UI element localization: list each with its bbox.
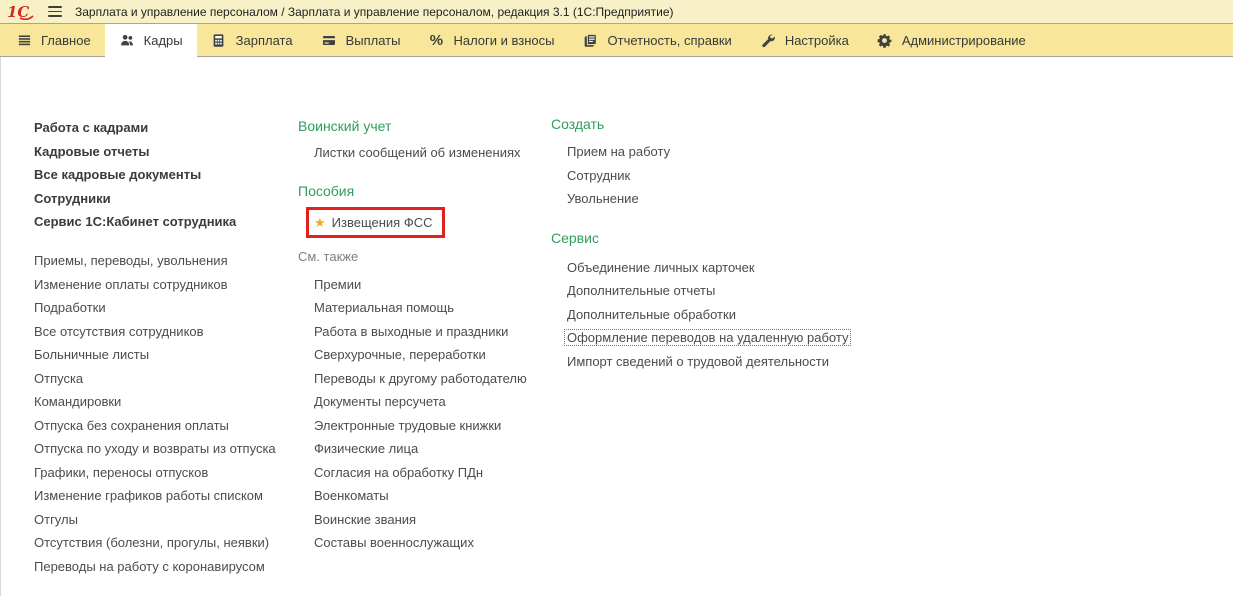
tab-otchetnost[interactable]: Отчетность, справки bbox=[569, 24, 746, 56]
middle-menu-item[interactable]: Военкоматы bbox=[314, 484, 548, 508]
tab-label: Отчетность, справки bbox=[607, 32, 732, 48]
tab-glavnoe[interactable]: Главное bbox=[2, 24, 105, 56]
service-menu-item[interactable]: Объединение личных карточек bbox=[567, 256, 891, 280]
left-plain-group: Приемы, переводы, увольнения Изменение оп… bbox=[34, 249, 294, 578]
left-menu-item[interactable]: Приемы, переводы, увольнения bbox=[34, 249, 294, 273]
middle-menu-column: Воинский учет Листки сообщений об измене… bbox=[298, 116, 548, 555]
tab-administrirovanie[interactable]: Администрирование bbox=[863, 24, 1040, 56]
left-menu-item[interactable]: Отсутствия (болезни, прогулы, неявки) bbox=[34, 531, 294, 555]
menu-list-icon bbox=[16, 32, 32, 48]
middle-menu-item[interactable]: Документы персучета bbox=[314, 390, 548, 414]
kadry-section-menu: Работа с кадрами Кадровые отчеты Все кадро… bbox=[0, 57, 1233, 596]
tab-zarplata[interactable]: Зарплата bbox=[197, 24, 307, 56]
left-menu-item[interactable]: Больничные листы bbox=[34, 343, 294, 367]
service-section-header: Сервис bbox=[551, 229, 599, 246]
tab-label: Выплаты bbox=[345, 32, 401, 48]
red-highlight-box: ★ Извещения ФСС bbox=[306, 206, 446, 238]
left-menu-item[interactable]: Отпуска bbox=[34, 367, 294, 391]
left-menu-item[interactable]: Все кадровые документы bbox=[34, 163, 294, 187]
left-menu-item[interactable]: Сотрудники bbox=[34, 187, 294, 211]
left-menu-item[interactable]: Командировки bbox=[34, 390, 294, 414]
tab-nastroyka[interactable]: Настройка bbox=[746, 24, 863, 56]
app-window: 1С Зарплата и управление персоналом / За… bbox=[0, 0, 1233, 596]
middle-menu-item[interactable]: Воинские звания bbox=[314, 508, 548, 532]
middle-menu-item[interactable]: Переводы к другому работодателю bbox=[314, 367, 548, 391]
calculator-icon bbox=[211, 32, 227, 48]
left-menu-item[interactable]: Отгулы bbox=[34, 508, 294, 532]
middle-menu-item[interactable]: Согласия на обработку ПДн bbox=[314, 461, 548, 485]
see-also-group: Премии Материальная помощь Работа в выходн… bbox=[298, 273, 548, 555]
middle-menu-item[interactable]: Материальная помощь bbox=[314, 296, 548, 320]
tab-label: Администрирование bbox=[901, 32, 1026, 48]
report-icon bbox=[583, 32, 599, 48]
left-menu-item[interactable]: Отпуска без сохранения оплаты bbox=[34, 414, 294, 438]
left-menu-item[interactable]: Отпуска по уходу и возвраты из отпуска bbox=[34, 437, 294, 461]
left-bold-group: Работа с кадрами Кадровые отчеты Все кадро… bbox=[34, 116, 294, 234]
title-bar: 1С Зарплата и управление персоналом / За… bbox=[0, 0, 1233, 24]
svg-text:1С: 1С bbox=[7, 3, 29, 20]
create-section-header: Создать bbox=[551, 116, 605, 132]
middle-menu-item[interactable]: Составы военнослужащих bbox=[314, 531, 548, 555]
tab-vyplaty[interactable]: Выплаты bbox=[307, 24, 415, 56]
left-menu-item[interactable]: Подработки bbox=[34, 296, 294, 320]
left-menu-item[interactable]: Графики, переносы отпусков bbox=[34, 461, 294, 485]
card-icon bbox=[321, 32, 337, 48]
tab-label: Кадры bbox=[143, 32, 183, 48]
menu-item-listki-soobshcheniy[interactable]: Листки сообщений об изменениях bbox=[298, 141, 548, 165]
right-menu-column: Создать Прием на работу Сотрудник Увольнен… bbox=[551, 114, 891, 373]
tab-label: Налоги и взносы bbox=[453, 32, 555, 48]
military-section-header: Воинский учет bbox=[298, 118, 392, 134]
tab-label: Настройка bbox=[784, 32, 849, 48]
service-group: Объединение личных карточек Дополнительн… bbox=[551, 256, 891, 374]
create-menu-item[interactable]: Сотрудник bbox=[567, 164, 891, 188]
wrench-icon bbox=[760, 32, 776, 48]
favorite-star-icon[interactable]: ★ bbox=[314, 216, 326, 229]
gear-icon bbox=[877, 32, 893, 48]
left-menu-column: Работа с кадрами Кадровые отчеты Все кадро… bbox=[34, 116, 294, 578]
middle-menu-item[interactable]: Электронные трудовые книжки bbox=[314, 414, 548, 438]
left-menu-item[interactable]: Кадровые отчеты bbox=[34, 140, 294, 164]
left-menu-item[interactable]: Переводы на работу с коронавирусом bbox=[34, 555, 294, 579]
1c-logo-icon: 1С bbox=[7, 3, 35, 20]
tab-kadry[interactable]: Кадры bbox=[104, 24, 197, 57]
middle-menu-item[interactable]: Физические лица bbox=[314, 437, 548, 461]
see-also-header: См. также bbox=[298, 248, 359, 264]
middle-menu-item[interactable]: Премии bbox=[314, 273, 548, 297]
left-menu-item[interactable]: Работа с кадрами bbox=[34, 116, 294, 140]
tab-nalogi[interactable]: % Налоги и взносы bbox=[414, 24, 568, 56]
tab-label: Главное bbox=[41, 32, 91, 48]
create-menu-item[interactable]: Увольнение bbox=[567, 187, 891, 211]
left-menu-item[interactable]: Все отсутствия сотрудников bbox=[34, 320, 294, 344]
service-menu-item[interactable]: Импорт сведений о трудовой деятельности bbox=[567, 350, 891, 374]
tab-label: Зарплата bbox=[235, 32, 293, 48]
service-menu-item-focused[interactable]: Оформление переводов на удаленную работу bbox=[564, 326, 891, 350]
service-menu-item[interactable]: Дополнительные обработки bbox=[567, 303, 891, 327]
create-menu-item[interactable]: Прием на работу bbox=[567, 140, 891, 164]
left-menu-item[interactable]: Сервис 1С:Кабинет сотрудника bbox=[34, 210, 294, 234]
window-title: Зарплата и управление персоналом / Зарпл… bbox=[75, 4, 674, 19]
middle-menu-item[interactable]: Сверхурочные, переработки bbox=[314, 343, 548, 367]
middle-menu-item[interactable]: Работа в выходные и праздники bbox=[314, 320, 548, 344]
service-menu-item[interactable]: Дополнительные отчеты bbox=[567, 279, 891, 303]
menu-item-izveshcheniya-fss[interactable]: Извещения ФСС bbox=[332, 215, 433, 230]
left-menu-item[interactable]: Изменение графиков работы списком bbox=[34, 484, 294, 508]
main-menu-icon[interactable] bbox=[48, 6, 62, 17]
highlighted-row: ★ Извещения ФСС bbox=[298, 206, 548, 238]
create-group: Прием на работу Сотрудник Увольнение bbox=[551, 140, 891, 211]
benefits-section-header: Пособия bbox=[298, 182, 355, 199]
section-tab-bar: Главное Кадры Зарплата Выплаты % Налоги … bbox=[0, 24, 1233, 57]
left-menu-item[interactable]: Изменение оплаты сотрудников bbox=[34, 273, 294, 297]
people-icon bbox=[119, 32, 135, 48]
percent-icon: % bbox=[429, 31, 444, 49]
